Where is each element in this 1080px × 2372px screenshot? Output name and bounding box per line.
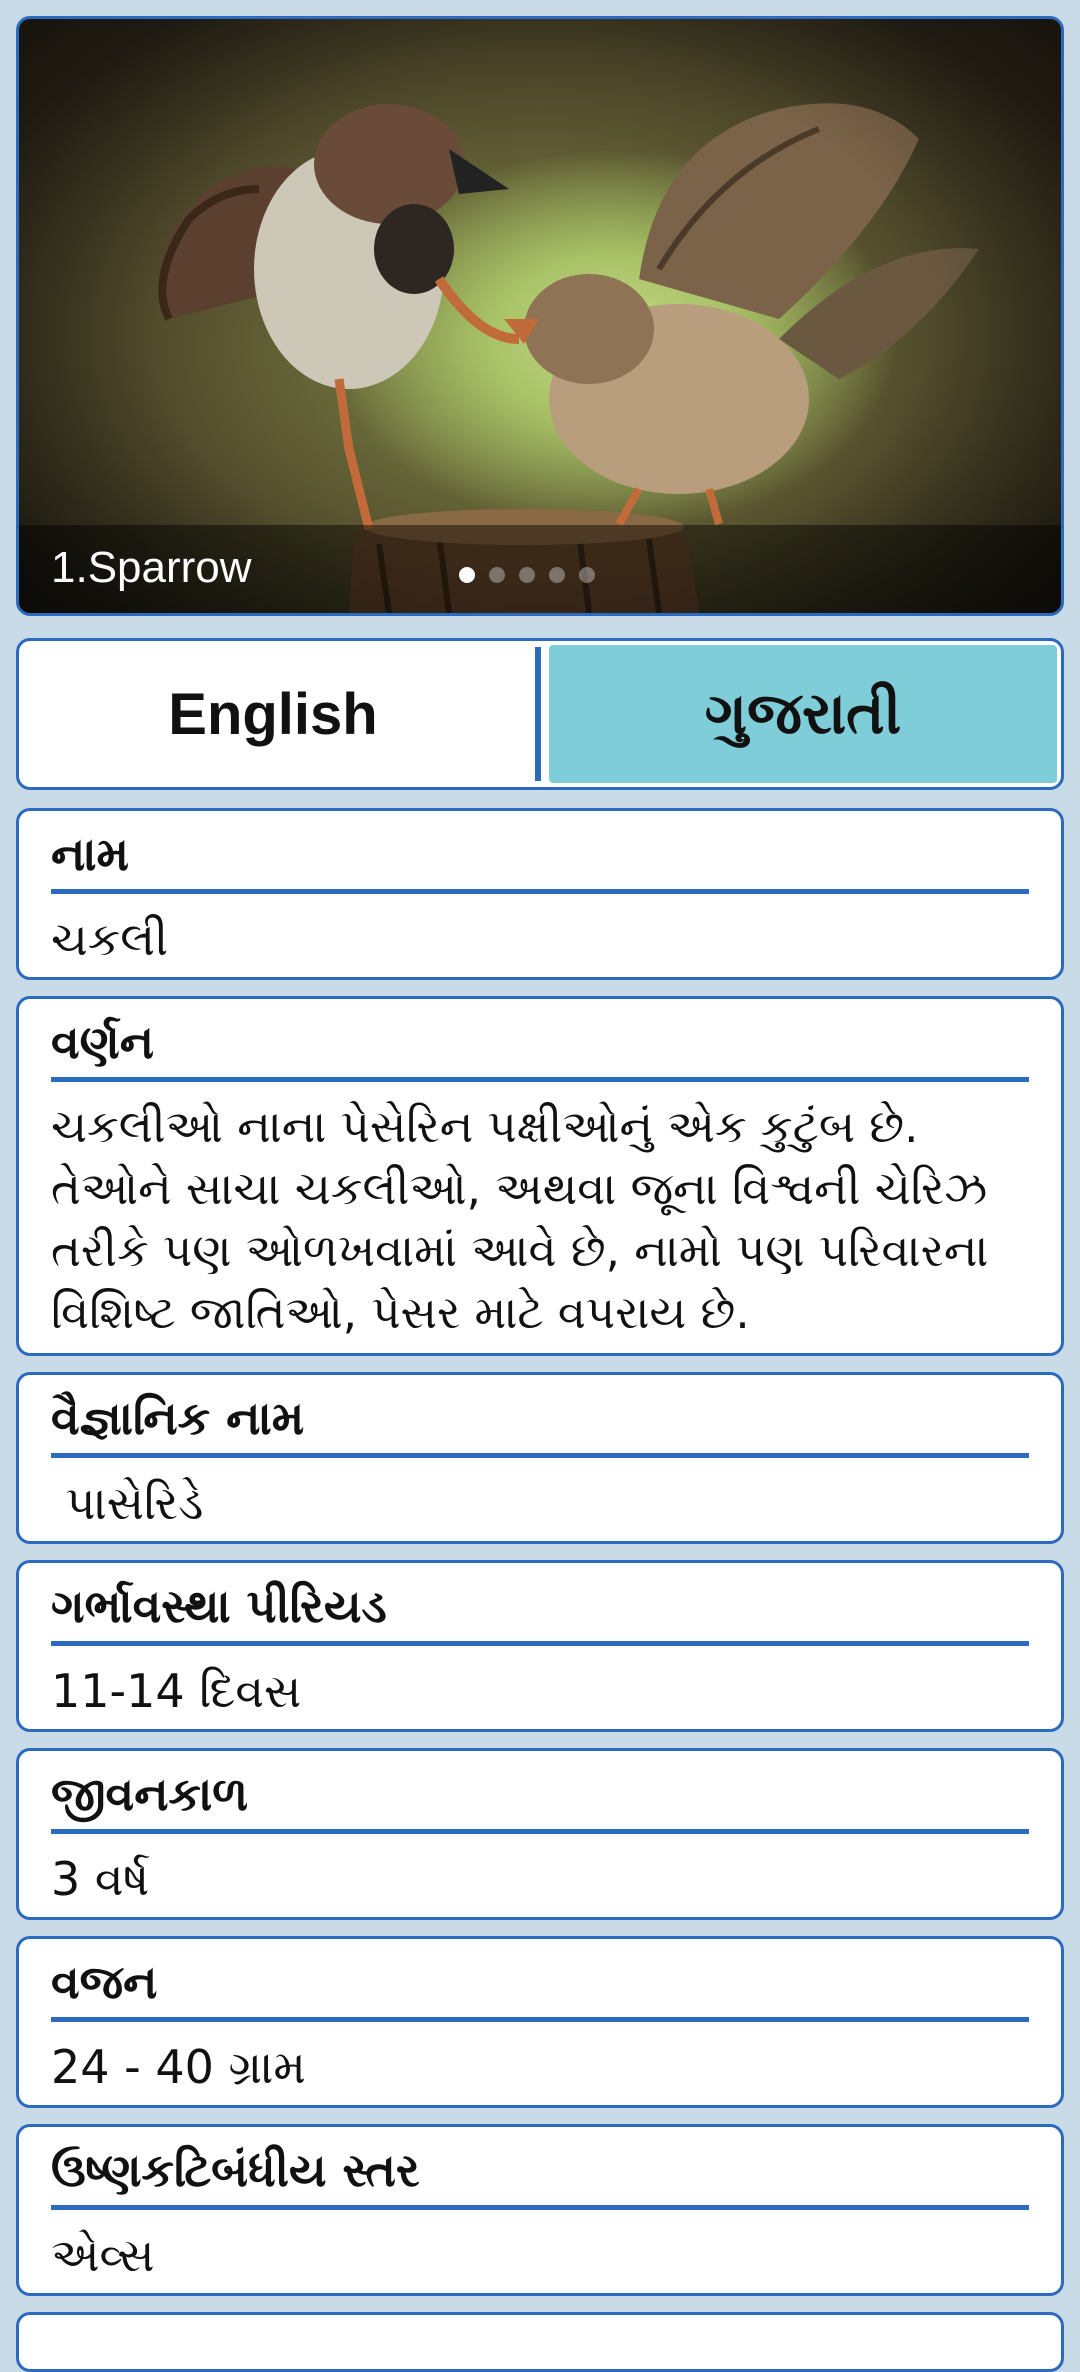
language-toggle: English ગુજરાતી [16, 638, 1064, 790]
carousel-dot[interactable] [519, 567, 535, 583]
detail-card-gestation: ગર્ભાવસ્થા પીરિયડ 11-14 દિવસ [16, 1560, 1064, 1732]
image-vignette [19, 19, 1061, 613]
card-value: એવ્સ [51, 2228, 155, 2282]
bird-image-carousel[interactable]: 1.Sparrow [16, 16, 1064, 616]
card-title: વર્ણન [51, 1015, 1029, 1082]
detail-card-lifespan: જીવનકાળ 3 વર્ષ [16, 1748, 1064, 1920]
carousel-dot-active[interactable] [459, 567, 475, 583]
card-title: ગર્ભાવસ્થા પીરિયડ [51, 1579, 1029, 1646]
carousel-dot[interactable] [489, 567, 505, 583]
detail-card-description: વર્ણન ચકલીઓ નાના પેસેરિન પક્ષીઓનું એક કુ… [16, 996, 1064, 1356]
card-title: વૈજ્ઞાનિક નામ [51, 1391, 1029, 1458]
card-title: જીવનકાળ [51, 1767, 1029, 1834]
carousel-dot[interactable] [549, 567, 565, 583]
card-title: નામ [51, 827, 1029, 894]
card-value: પાસેરિડે [51, 1476, 204, 1530]
detail-card-name: નામ ચકલી [16, 808, 1064, 980]
carousel-indicator [459, 567, 595, 583]
card-value: ચકલીઓ નાના પેસેરિન પક્ષીઓનું એક કુટુંબ છ… [51, 1100, 989, 1340]
english-button[interactable]: English [19, 641, 527, 787]
detail-card-trophic-level: ઉષ્ણકટિબંધીય સ્તર એવ્સ [16, 2124, 1064, 2296]
card-value: 24 - 40 ગ્રામ [51, 2040, 306, 2094]
detail-card-next [16, 2312, 1064, 2372]
caption-bar: 1.Sparrow [19, 525, 1061, 613]
card-value: 3 વર્ષ [51, 1852, 150, 1906]
card-value: 11-14 દિવસ [51, 1664, 302, 1718]
gujarati-button[interactable]: ગુજરાતી [549, 645, 1057, 783]
card-title: ઉષ્ણકટિબંધીય સ્તર [51, 2143, 1029, 2210]
bird-caption: 1.Sparrow [51, 543, 252, 592]
card-title: વજન [51, 1955, 1029, 2022]
detail-card-scientific-name: વૈજ્ઞાનિક નામ પાસેરિડે [16, 1372, 1064, 1544]
language-divider [535, 647, 541, 781]
carousel-dot[interactable] [579, 567, 595, 583]
card-value: ચકલી [51, 912, 169, 966]
detail-card-weight: વજન 24 - 40 ગ્રામ [16, 1936, 1064, 2108]
